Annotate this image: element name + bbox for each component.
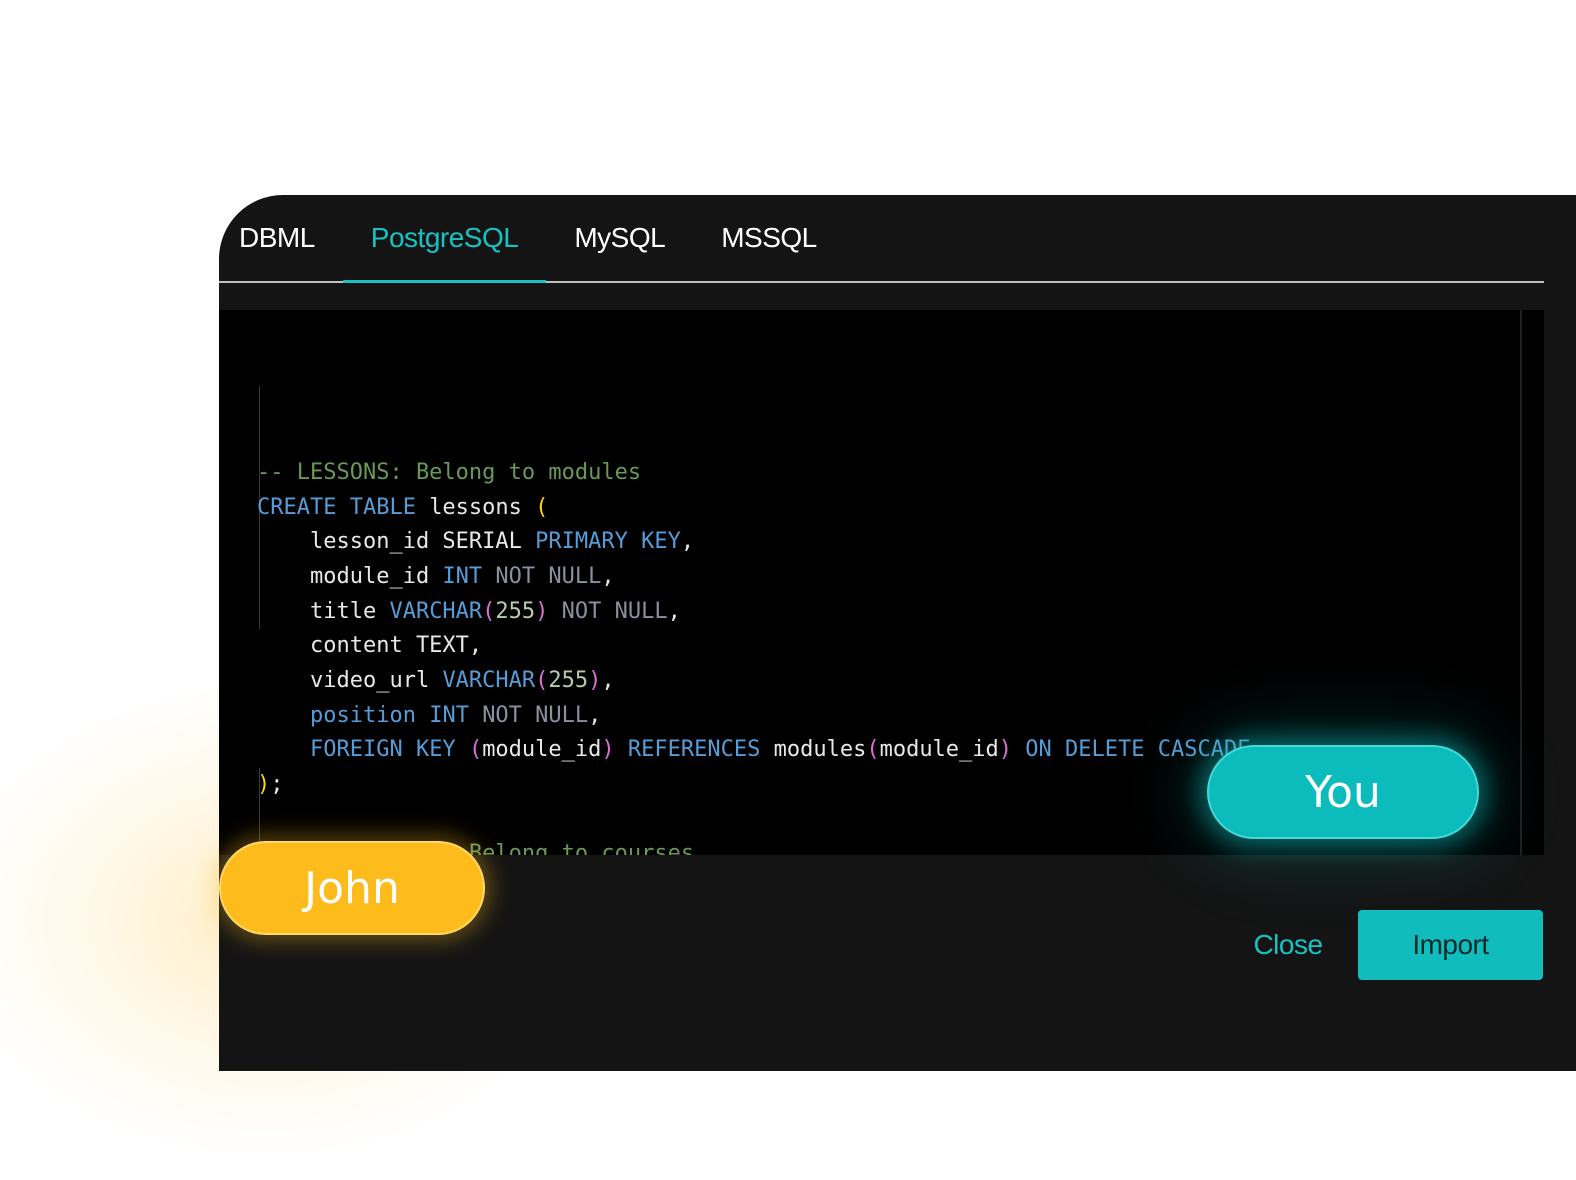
code-token: -- LESSONS: Belong to modules — [257, 459, 642, 485]
sql-code: -- LESSONS: Belong to modules CREATE TABL… — [257, 317, 1250, 855]
code-token: ) — [535, 598, 562, 624]
code-token: 255 — [548, 667, 589, 693]
code-line: -- LESSONS: Belong to modules — [257, 456, 1250, 491]
code-line: title VARCHAR(255) NOT NULL, — [257, 595, 1250, 630]
code-line: position INT NOT NULL, — [257, 699, 1250, 734]
code-token: FOREIGN KEY — [309, 737, 469, 763]
code-token: , — [680, 529, 695, 555]
close-button[interactable]: Close — [1238, 910, 1338, 980]
tab-dbml[interactable]: DBML — [219, 195, 343, 281]
code-token: CREATE TABLE — [257, 494, 430, 520]
code-token: ON DELETE CASCADE — [1025, 737, 1251, 763]
code-token: lesson_id SERIAL — [257, 529, 536, 555]
code-token: ) — [601, 737, 628, 763]
code-token: PRIMARY KEY — [535, 529, 681, 555]
code-token: INT — [429, 702, 483, 728]
tab-mysql[interactable]: MySQL — [546, 195, 693, 281]
code-line: module_id INT NOT NULL, — [257, 560, 1250, 595]
code-token: ( — [535, 494, 549, 520]
code-token: ( — [866, 737, 880, 763]
code-token: ( — [468, 737, 483, 763]
code-token: , — [667, 598, 681, 624]
code-token: VARCHAR — [442, 667, 536, 693]
code-token: ; — [270, 772, 284, 797]
code-token: NOT NULL — [495, 563, 602, 589]
code-line: FOREIGN KEY (module_id) REFERENCES modul… — [257, 733, 1250, 768]
code-token: NOT NULL — [482, 702, 589, 728]
code-token: modules — [773, 737, 867, 763]
cursor-label-john: John — [219, 841, 485, 935]
code-token: ( — [482, 598, 496, 624]
tab-mssql[interactable]: MSSQL — [693, 195, 845, 281]
code-token: content TEXT, — [257, 633, 483, 659]
tab-postgresql[interactable]: PostgreSQL — [342, 195, 547, 283]
code-token: video_url — [257, 667, 443, 693]
code-token: REFERENCES — [627, 737, 774, 763]
code-token: ) — [588, 667, 602, 693]
code-token: , — [588, 702, 602, 728]
code-token: ) — [998, 737, 1026, 763]
code-token: ( — [535, 667, 549, 693]
code-token: module_id — [879, 737, 999, 763]
editor-scrollbar[interactable] — [1520, 310, 1522, 855]
code-token: , — [601, 667, 615, 693]
code-token: , — [601, 563, 615, 589]
code-token: NOT NULL — [561, 598, 668, 624]
code-token: module_id — [482, 737, 602, 763]
code-token: position — [309, 702, 430, 728]
code-token: title — [257, 598, 390, 624]
code-token: lessons — [429, 494, 536, 520]
code-token: VARCHAR — [389, 598, 483, 624]
language-tabs: DBML PostgreSQL MySQL MSSQL — [219, 195, 1544, 283]
code-line: lesson_id SERIAL PRIMARY KEY, — [257, 525, 1250, 560]
code-token: ) — [257, 772, 271, 797]
code-token: 255 — [495, 598, 536, 624]
import-button[interactable]: Import — [1358, 910, 1543, 980]
code-token: INT — [442, 563, 496, 589]
code-line: ); — [257, 768, 1250, 803]
code-token: module_id — [257, 563, 443, 589]
code-line: content TEXT, — [257, 629, 1250, 664]
code-line: video_url VARCHAR(255), — [257, 664, 1250, 699]
cursor-label-you: You — [1207, 745, 1479, 839]
code-line: CREATE TABLE lessons ( — [257, 491, 1250, 526]
